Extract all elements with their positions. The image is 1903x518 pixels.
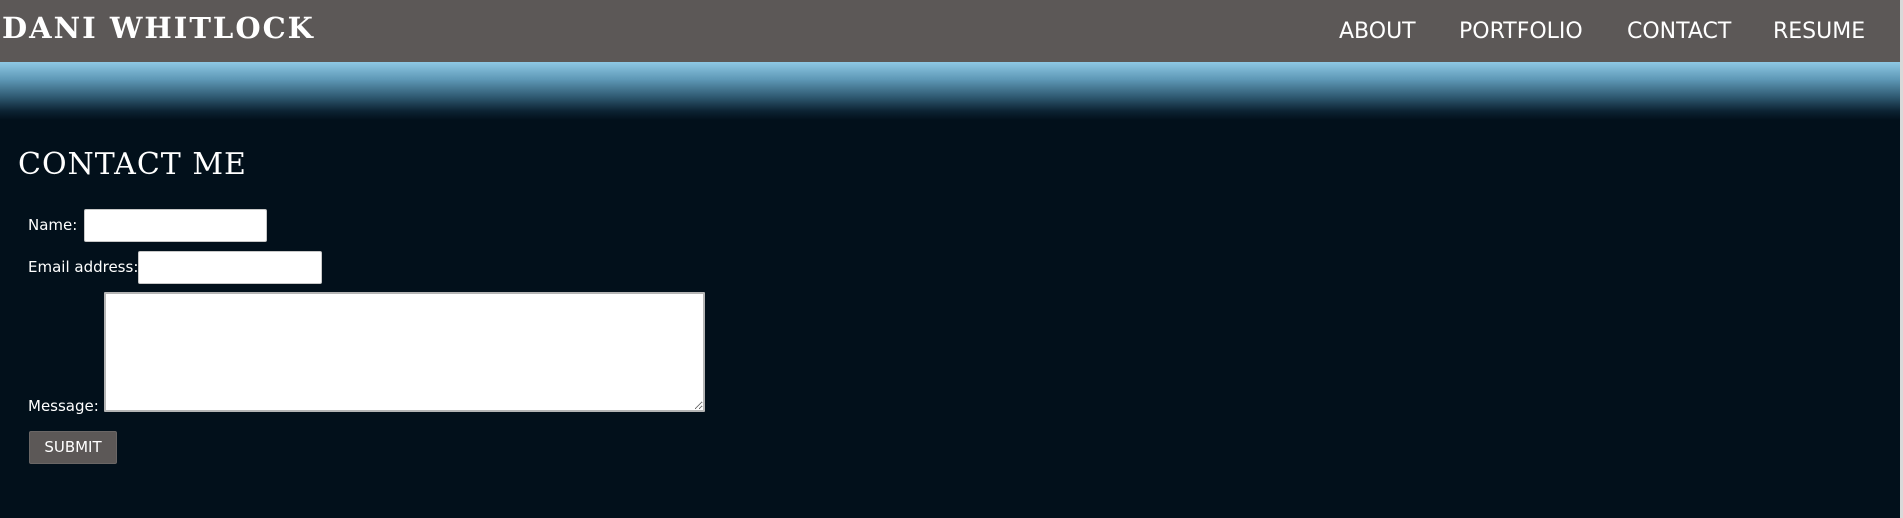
name-label: Name:: [28, 216, 78, 234]
submit-button[interactable]: SUBMIT: [29, 431, 117, 464]
main-nav: ABOUT PORTFOLIO CONTACT RESUME: [0, 0, 1903, 62]
email-label: Email address:: [28, 258, 139, 276]
site-header: DANI WHITLOCK ABOUT PORTFOLIO CONTACT RE…: [0, 0, 1903, 62]
name-input[interactable]: [84, 209, 267, 242]
page-title: CONTACT ME: [18, 147, 247, 182]
nav-link-about[interactable]: ABOUT: [1339, 18, 1416, 46]
nav-link-resume[interactable]: RESUME: [1773, 18, 1865, 46]
header-gradient-band: [0, 62, 1903, 120]
nav-link-contact[interactable]: CONTACT: [1627, 18, 1731, 46]
message-textarea[interactable]: [104, 292, 705, 412]
email-input[interactable]: [138, 251, 322, 284]
message-label: Message:: [28, 397, 99, 415]
nav-link-portfolio[interactable]: PORTFOLIO: [1459, 18, 1583, 46]
